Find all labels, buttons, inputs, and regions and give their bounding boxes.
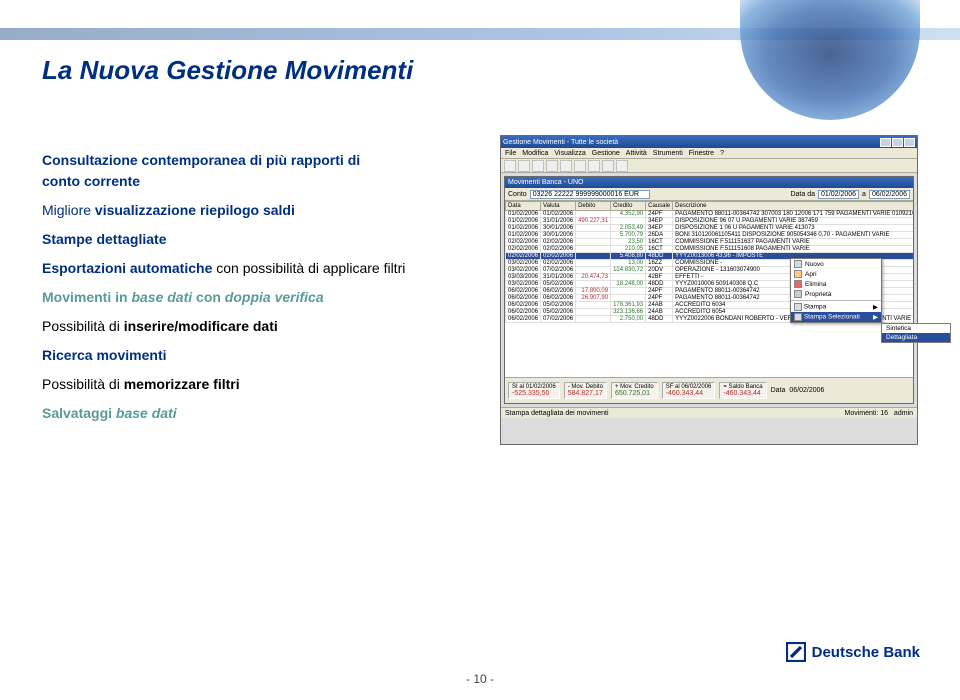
col-causale[interactable]: Causale [646,202,673,211]
col-credito[interactable]: Credito [611,202,646,211]
db-logo-icon [786,642,806,662]
ctx-apri[interactable]: Apri [805,271,817,278]
conto-label: Conto [508,191,527,198]
status-mov: Movimenti: 16 [845,410,889,417]
minimize-icon[interactable] [880,138,891,147]
close-icon[interactable] [904,138,915,147]
toolbar [501,159,917,173]
new-icon [794,260,802,268]
bullet-6a: Possibilità di [42,318,124,334]
tot-date-field[interactable]: 06/02/2006 [789,387,824,394]
menu-file[interactable]: File [505,150,516,157]
tot-v5: -460.343,44 [723,390,762,397]
tool-new-icon[interactable] [504,160,516,172]
tool-search-icon[interactable] [560,160,572,172]
date-from-field[interactable]: 01/02/2006 [818,190,859,199]
menu-gestione[interactable]: Gestione [592,150,620,157]
grid-header-row: Data Valuta Debito Credito Causale Descr… [506,202,914,211]
window-title: Gestione Movimenti - Tutte le società [503,139,618,146]
ctx-sub-dettagliata[interactable]: Dettagliata [882,333,950,342]
table-row[interactable]: 01/02/200630/01/20062.053,4934EPDISPOSIZ… [506,225,914,232]
status-left: Stampa dettagliata dei movimenti [505,410,609,417]
menu-finestre[interactable]: Finestre [689,150,714,157]
table-row[interactable]: 01/02/200631/01/2006490.227,3134EPDISPOS… [506,218,914,225]
ctx-proprieta[interactable]: Proprietà [805,291,831,298]
ctx-stampa[interactable]: Stampa [804,304,826,311]
tool-print-icon[interactable] [546,160,558,172]
chevron-right-icon: ▶ [873,303,878,311]
bullet-6b: inserire/modificare dati [124,318,278,334]
conto-field[interactable]: 03226 22222 999999000016 EUR [530,190,650,199]
menu-attivita[interactable]: Attività [626,150,647,157]
print-sel-icon [794,313,802,321]
col-debito[interactable]: Debito [576,202,611,211]
chevron-right-icon: ▶ [873,313,878,321]
delete-icon [794,280,802,288]
date-to-field[interactable]: 06/02/2006 [869,190,910,199]
tot-v3: 650.725,01 [615,390,654,397]
tot-v2: 584.827,17 [568,390,603,397]
titlebar: Gestione Movimenti - Tutte le società [501,136,917,148]
ctx-elimina[interactable]: Elimina [805,281,826,288]
tool-save-icon[interactable] [532,160,544,172]
tot-date-label: Data [771,387,786,394]
table-row[interactable]: 01/02/200601/02/20064.352,9024PFPAGAMENT… [506,211,914,218]
menu-help[interactable]: ? [720,150,724,157]
tot-v4: -460.343,44 [666,390,712,397]
tot-v1: -525.335,50 [512,390,556,397]
bullet-9a: Salvataggi [42,405,112,421]
table-row[interactable]: 01/02/200630/01/20065.700,7926DABONI 310… [506,232,914,239]
ctx-nuovo[interactable]: Nuovo [805,261,824,268]
ctx-stampa-sel[interactable]: Stampa Selezionati [804,314,860,321]
ctx-separator [791,300,881,301]
brand-logo: Deutsche Bank [786,642,920,662]
menu-visualizza[interactable]: Visualizza [554,150,585,157]
col-descrizione[interactable]: Descrizione [673,202,913,211]
totals-area: SI al 01/02/2006-525.335,50 - Mov. Debit… [505,377,913,403]
table-row[interactable]: 02/02/200602/02/2006210,0516CTCOMMISSION… [506,246,914,253]
page-number: - 10 - [0,672,960,686]
tool-refresh-icon[interactable] [574,160,586,172]
bullet-8b: memorizzare filtri [124,376,240,392]
maximize-icon[interactable] [892,138,903,147]
menu-modifica[interactable]: Modifica [522,150,548,157]
tool-open-icon[interactable] [518,160,530,172]
tool-export-icon[interactable] [602,160,614,172]
status-user: admin [894,410,913,417]
col-data[interactable]: Data [506,202,541,211]
print-icon [794,303,802,311]
date-from-label: Data da [790,191,815,198]
col-valuta[interactable]: Valuta [541,202,576,211]
sub-window-title: Movimenti Banca - UNO [505,177,913,188]
filter-row: Conto 03226 22222 999999000016 EUR Data … [505,188,913,201]
context-menu[interactable]: Nuovo Apri Elimina Proprietà Stampa ▶ Sta… [790,258,882,323]
bullet-8a: Possibilità di [42,376,124,392]
bullet-9b: base dati [112,405,177,421]
table-row[interactable]: 02/02/200602/02/200623,5016CTCOMMISSIONE… [506,239,914,246]
properties-icon [794,290,802,298]
tool-sigma-icon[interactable] [588,160,600,172]
tool-filter-icon[interactable] [616,160,628,172]
menu-strumenti[interactable]: Strumenti [653,150,683,157]
date-to-label: a [862,191,866,198]
open-icon [794,270,802,278]
brand-name: Deutsche Bank [812,644,920,661]
bullet-7: Ricerca movimenti [42,345,462,366]
ctx-sub-sintetica[interactable]: Sintetica [882,324,950,333]
globe-graphic [740,0,920,120]
context-submenu[interactable]: Sintetica Dettagliata [881,323,951,343]
menubar: File Modifica Visualizza Gestione Attivi… [501,148,917,159]
status-bar: Stampa dettagliata dei movimenti Movimen… [501,407,917,418]
